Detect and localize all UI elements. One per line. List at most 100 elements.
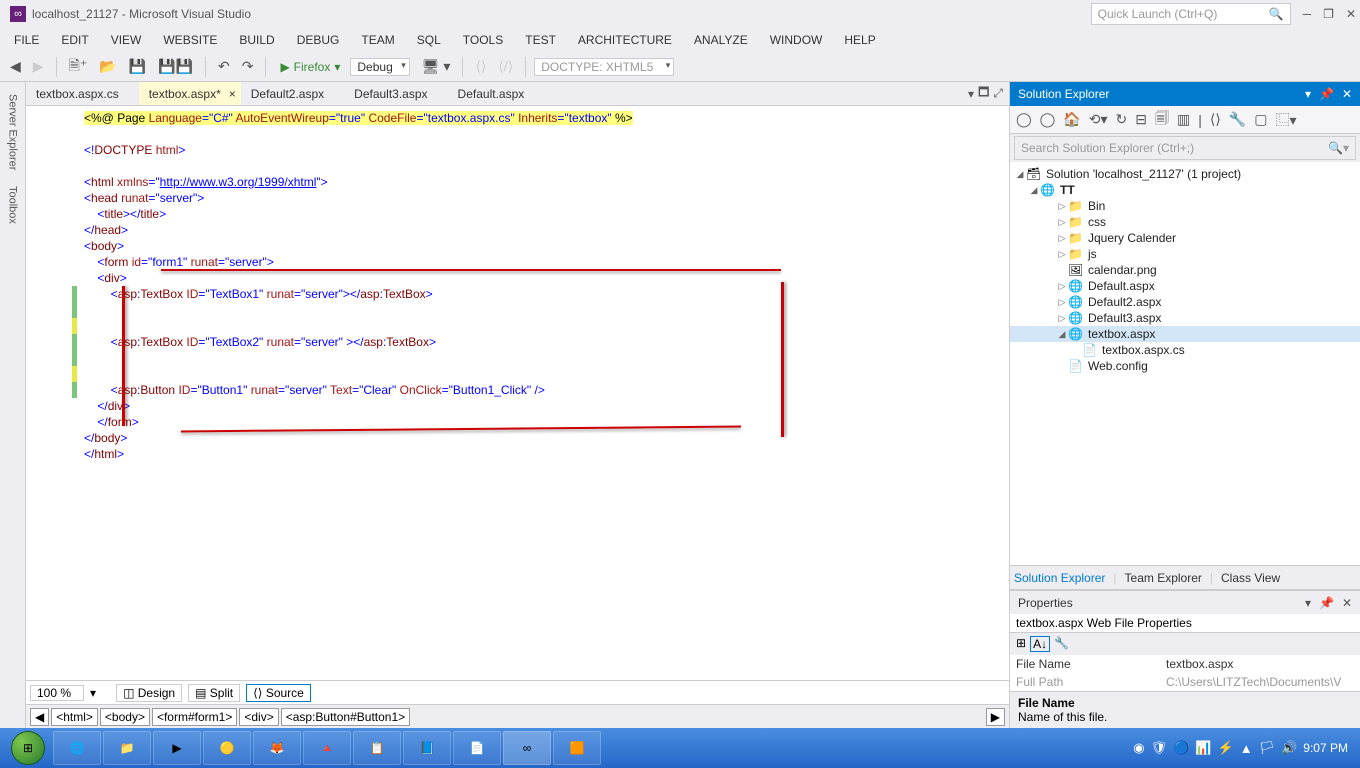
minimize-button[interactable]: ─: [1303, 7, 1312, 21]
volume-icon[interactable]: 🔊: [1281, 740, 1297, 756]
menu-window[interactable]: WINDOW: [760, 30, 833, 50]
props-wrench-icon[interactable]: 🔧: [1054, 636, 1069, 652]
vlc-icon[interactable]: 🔺: [303, 731, 351, 765]
menu-view[interactable]: VIEW: [101, 30, 152, 50]
bc-button[interactable]: <asp:Button#Button1>: [281, 708, 410, 726]
pin-icon[interactable]: 📌: [1319, 87, 1334, 101]
firefox-icon[interactable]: 🦊: [253, 731, 301, 765]
menu-file[interactable]: FILE: [4, 30, 49, 50]
alphabetical-icon[interactable]: A↓: [1030, 636, 1050, 652]
bc-body[interactable]: <body>: [100, 708, 150, 726]
chrome-icon[interactable]: 🟡: [203, 731, 251, 765]
preview-icon[interactable]: ▥: [1177, 111, 1190, 128]
solution-search-input[interactable]: Search Solution Explorer (Ctrl+;)🔍▾: [1014, 136, 1356, 160]
tab-dropdown-icon[interactable]: ▾: [968, 87, 974, 101]
window-icon[interactable]: ▢: [1254, 111, 1267, 128]
menu-build[interactable]: BUILD: [229, 30, 284, 50]
tree-node[interactable]: ▷🌐Default.aspx: [1010, 278, 1360, 294]
explorer-tab[interactable]: Class View: [1221, 571, 1280, 585]
bc-div[interactable]: <div>: [239, 708, 278, 726]
show-all-icon[interactable]: 🗐: [1155, 108, 1169, 132]
menu-help[interactable]: HELP: [834, 30, 885, 50]
menu-website[interactable]: WEBSITE: [153, 30, 227, 50]
media-icon[interactable]: ▶: [153, 731, 201, 765]
collapse-icon[interactable]: ⊟: [1135, 111, 1147, 128]
menu-edit[interactable]: EDIT: [51, 30, 98, 50]
refresh-icon[interactable]: ↻: [1116, 111, 1128, 128]
clock[interactable]: 9:07 PM: [1303, 741, 1348, 755]
editor-tab[interactable]: textbox.aspx.cs: [26, 82, 139, 105]
solution-root[interactable]: ◢🗃Solution 'localhost_21127' (1 project): [1010, 166, 1360, 182]
redo-icon[interactable]: ↷: [238, 56, 258, 77]
config-dropdown[interactable]: Debug: [350, 58, 409, 76]
editor-tab[interactable]: Default3.aspx: [344, 82, 447, 105]
split-view-button[interactable]: ▤ Split: [188, 684, 240, 702]
menu-tools[interactable]: TOOLS: [453, 30, 513, 50]
browser-icon[interactable]: 🖥 ▾: [418, 56, 455, 77]
tree-node[interactable]: 📄Web.config: [1010, 358, 1360, 374]
tree-node[interactable]: ▷🌐Default3.aspx: [1010, 310, 1360, 326]
tray-icon[interactable]: ⚡: [1218, 740, 1234, 756]
panel-menu-icon[interactable]: ▾: [1305, 87, 1311, 101]
explorer-tab[interactable]: Team Explorer: [1125, 571, 1202, 585]
menu-test[interactable]: TEST: [515, 30, 566, 50]
fwd-nav-icon[interactable]: ◯: [1040, 111, 1056, 128]
tree-node[interactable]: ▷📁js: [1010, 246, 1360, 262]
tray-icon[interactable]: ◉: [1133, 740, 1144, 756]
fullscreen-icon[interactable]: ⤢: [993, 86, 1003, 101]
bc-html[interactable]: <html>: [51, 708, 98, 726]
run-button[interactable]: ▶ Firefox ▾: [274, 58, 346, 76]
editor-tab[interactable]: Default.aspx: [448, 82, 545, 105]
tree-node[interactable]: ▷📁Jquery Calender: [1010, 230, 1360, 246]
explorer-icon[interactable]: 📁: [103, 731, 151, 765]
sync-icon[interactable]: ⟲▾: [1089, 111, 1108, 128]
menu-sql[interactable]: SQL: [407, 30, 451, 50]
source-view-button[interactable]: ⟨⟩ Source: [246, 684, 311, 702]
design-view-button[interactable]: ◫ Design: [116, 684, 182, 702]
undo-icon[interactable]: ↶: [214, 56, 234, 77]
panel-close-icon[interactable]: ✕: [1342, 87, 1352, 101]
vs-taskbar-icon[interactable]: ∞: [503, 731, 551, 765]
tray-icon[interactable]: 📊: [1195, 740, 1211, 756]
forward-button[interactable]: ▶: [29, 56, 48, 77]
back-button[interactable]: ◀: [6, 56, 25, 77]
maximize-button[interactable]: ❐: [1323, 7, 1334, 21]
tree-node[interactable]: ▷📁Bin: [1010, 198, 1360, 214]
diagram-icon[interactable]: ⿺▾: [1276, 110, 1297, 130]
tree-node[interactable]: ▷🌐Default2.aspx: [1010, 294, 1360, 310]
bc-next[interactable]: ▶: [986, 708, 1005, 726]
close-button[interactable]: ✕: [1346, 7, 1356, 21]
explorer-tab[interactable]: Solution Explorer: [1014, 571, 1105, 585]
solution-tree[interactable]: ◢🗃Solution 'localhost_21127' (1 project)…: [1010, 162, 1360, 565]
tree-node[interactable]: ◢🌐textbox.aspx: [1010, 326, 1360, 342]
tray-chevron-icon[interactable]: ▲: [1240, 741, 1253, 756]
prop-row[interactable]: Full PathC:\Users\LITZTech\Documents\V: [1010, 673, 1360, 691]
menu-debug[interactable]: DEBUG: [287, 30, 350, 50]
wrench-icon[interactable]: 🔧: [1229, 111, 1246, 128]
doctype-dropdown[interactable]: DOCTYPE: XHTML5: [534, 58, 674, 76]
code-icon[interactable]: ⟨⟩: [1210, 111, 1221, 128]
back-nav-icon[interactable]: ◯: [1016, 111, 1032, 128]
quick-launch-input[interactable]: Quick Launch (Ctrl+Q) 🔍: [1091, 3, 1291, 25]
categorized-icon[interactable]: ⊞: [1016, 636, 1026, 652]
menu-architecture[interactable]: ARCHITECTURE: [568, 30, 682, 50]
project-node[interactable]: ◢🌐TT: [1010, 182, 1360, 198]
word-icon[interactable]: 📄: [453, 731, 501, 765]
editor-tab[interactable]: Default2.aspx: [241, 82, 344, 105]
app3-icon[interactable]: 🟧: [553, 731, 601, 765]
side-tab[interactable]: Toolbox: [3, 178, 23, 232]
bc-prev[interactable]: ◀: [30, 708, 49, 726]
side-tab[interactable]: Server Explorer: [3, 86, 23, 178]
format-icon[interactable]: ⟨⟩: [471, 56, 490, 77]
app-icon[interactable]: 📋: [353, 731, 401, 765]
flag-icon[interactable]: 🏳: [1259, 740, 1276, 756]
split-icon[interactable]: 🗖: [978, 83, 989, 104]
app2-icon[interactable]: 📘: [403, 731, 451, 765]
code-editor[interactable]: <%@ Page Language="C#" AutoEventWireup="…: [26, 106, 1009, 680]
menu-team[interactable]: TEAM: [351, 30, 404, 50]
home-icon[interactable]: 🏠: [1063, 111, 1080, 128]
new-project-icon[interactable]: 🗎⁺: [65, 53, 92, 81]
open-icon[interactable]: 📂: [95, 56, 120, 77]
bc-form[interactable]: <form#form1>: [152, 708, 237, 726]
tree-node[interactable]: 🖼calendar.png: [1010, 262, 1360, 278]
